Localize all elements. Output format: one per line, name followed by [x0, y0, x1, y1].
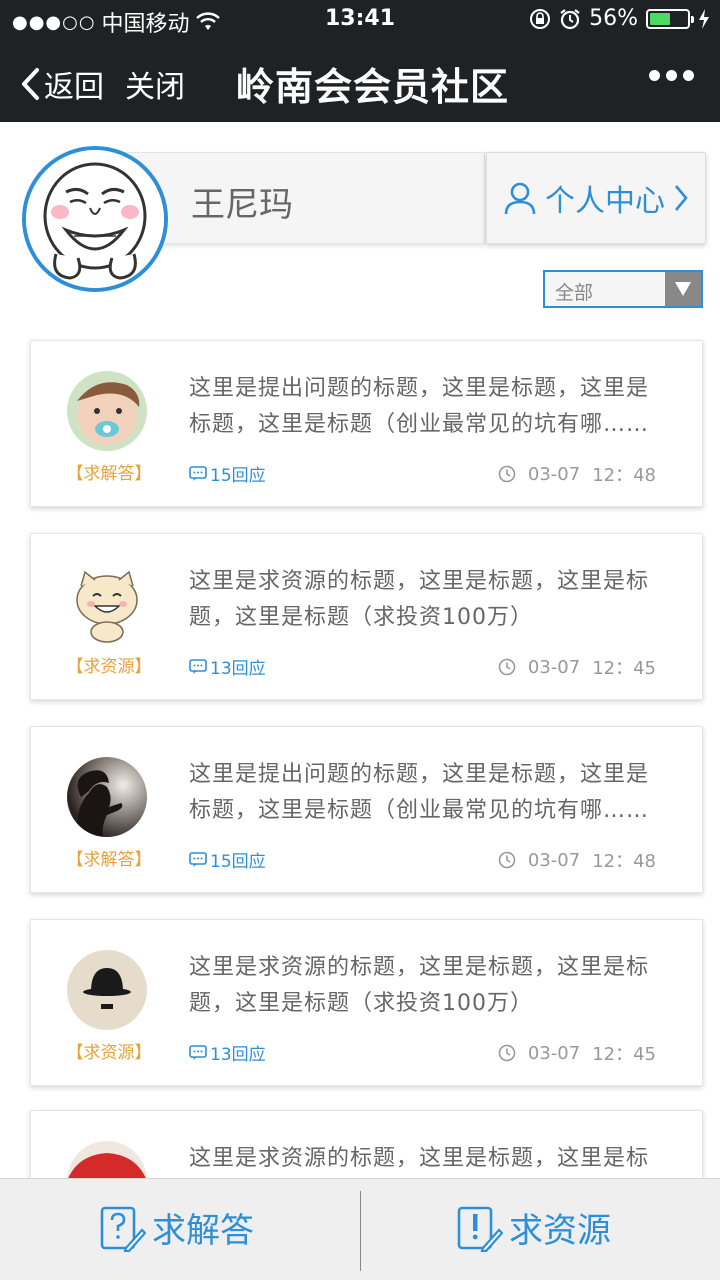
post-tag: 【求资源】: [66, 1043, 152, 1063]
post-title: 这里是求资源的标题，这里是标题，这里是标题，这里是标题（求投资100万）: [189, 569, 650, 630]
post-title: 这里是提出问题的标题，这里是标题，这里是标题，这里是标题（创业最常见的坑有哪……: [189, 376, 650, 437]
post-time: 03-07 12：45: [498, 1040, 656, 1066]
comment-icon: [189, 1044, 207, 1060]
post-card[interactable]: 【求资源】 这里是求资源的标题，这里是标题，这里是标题，这里是标题（求投资100…: [30, 919, 703, 1086]
post-clock-time: 12：48: [592, 851, 656, 872]
post-title: 这里是提出问题的标题，这里是标题，这里是标题，这里是标题（创业最常见的坑有哪……: [189, 762, 650, 823]
comment-icon: [189, 851, 207, 867]
user-icon: [504, 182, 536, 215]
silhouette-photo-avatar-icon: [67, 757, 147, 837]
nav-bar: 返回 关闭 岭南会会员社区: [0, 40, 720, 122]
charging-icon: [699, 8, 709, 29]
post-clock-time: 12：45: [592, 658, 656, 679]
post-card[interactable]: 【求解答】 这里是提出问题的标题，这里是标题，这里是标题，这里是标题（创业最常见…: [30, 726, 703, 893]
post-tag: 【求资源】: [66, 657, 152, 677]
post-date: 03-07: [527, 849, 581, 871]
meme-face-avatar-icon: [26, 150, 164, 288]
post-date: 03-07: [527, 1042, 581, 1064]
reply-count[interactable]: 13回应: [189, 654, 266, 679]
post-card[interactable]: 【求资源】 这里是求资源的标题，这里是标题，这里是标题，这里是标题（求投资100…: [30, 533, 703, 700]
post-date: 03-07: [527, 656, 581, 678]
bottom-action-bar: 求解答 求资源: [0, 1178, 720, 1280]
comment-icon: [189, 658, 207, 674]
post-title: 这里是求资源的标题，这里是标题，这里是标题，这里是标题（求投资100万）: [189, 955, 650, 1016]
reply-count-label: 15回应: [210, 466, 266, 486]
clock-icon: [498, 851, 516, 869]
request-resource-button[interactable]: 求资源: [457, 1203, 611, 1252]
cartoon-cat-avatar-icon: [67, 564, 147, 644]
reply-count[interactable]: 15回应: [189, 847, 266, 872]
clock-icon: [498, 465, 516, 483]
battery-fill: [650, 12, 671, 25]
reply-count-label: 13回应: [210, 659, 266, 679]
post-time: 03-07 12：48: [498, 847, 656, 873]
chevron-left-icon: [22, 68, 39, 100]
alarm-icon: [560, 8, 580, 29]
ask-question-label: 求解答: [152, 1211, 254, 1251]
post-time: 03-07 12：45: [498, 654, 656, 680]
post-clock-time: 12：45: [592, 1044, 656, 1065]
filter-value: 全部: [555, 282, 594, 304]
close-button[interactable]: 关闭: [125, 62, 185, 106]
post-avatar: [67, 564, 147, 644]
back-button[interactable]: 返回: [20, 62, 104, 106]
more-dot-icon: [649, 70, 660, 81]
chevron-right-icon: [675, 185, 688, 211]
status-bar: ●●●○○ 中国移动 13:41 56%: [0, 0, 720, 40]
post-avatar: [67, 371, 147, 451]
more-dot-icon: [666, 70, 677, 81]
dropdown-arrow-icon[interactable]: [665, 272, 701, 306]
personal-center-label: 个人中心: [545, 184, 665, 219]
post-tag: 【求解答】: [66, 464, 152, 484]
back-label: 返回: [44, 70, 104, 105]
more-dot-icon: [683, 70, 694, 81]
post-clock-time: 12：48: [592, 465, 656, 486]
reply-count[interactable]: 15回应: [189, 461, 266, 486]
clock-icon: [498, 658, 516, 676]
request-resource-label: 求资源: [509, 1211, 611, 1251]
post-time: 03-07 12：48: [498, 461, 656, 487]
comment-icon: [189, 465, 207, 481]
clock-icon: [498, 1044, 516, 1062]
reply-count[interactable]: 13回应: [189, 1040, 266, 1065]
question-edit-icon: [100, 1206, 146, 1252]
reply-count-label: 15回应: [210, 852, 266, 872]
page-title: 岭南会会员社区: [236, 65, 510, 109]
post-card[interactable]: 【求解答】 这里是提出问题的标题，这里是标题，这里是标题，这里是标题（创业最常见…: [30, 340, 703, 507]
exclamation-edit-icon: [457, 1206, 503, 1252]
status-right: 56%: [529, 6, 710, 31]
more-button[interactable]: [649, 70, 694, 81]
user-avatar[interactable]: [22, 146, 168, 292]
personal-center-button[interactable]: 个人中心: [486, 152, 706, 244]
post-date: 03-07: [527, 463, 581, 485]
post-avatar: [67, 757, 147, 837]
bottom-divider: [360, 1191, 361, 1271]
reply-count-label: 13回应: [210, 1045, 266, 1065]
battery-icon: [646, 8, 694, 29]
baby-photo-avatar-icon: [67, 371, 147, 451]
rotation-lock-icon: [530, 8, 551, 29]
category-filter-select[interactable]: 全部: [543, 270, 703, 308]
post-tag: 【求解答】: [66, 850, 152, 870]
battery-percent: 56%: [589, 6, 638, 31]
ask-question-button[interactable]: 求解答: [100, 1203, 254, 1252]
user-name: 王尼玛: [191, 185, 293, 225]
post-avatar: [67, 950, 147, 1030]
bowler-hat-avatar-icon: [67, 950, 147, 1030]
